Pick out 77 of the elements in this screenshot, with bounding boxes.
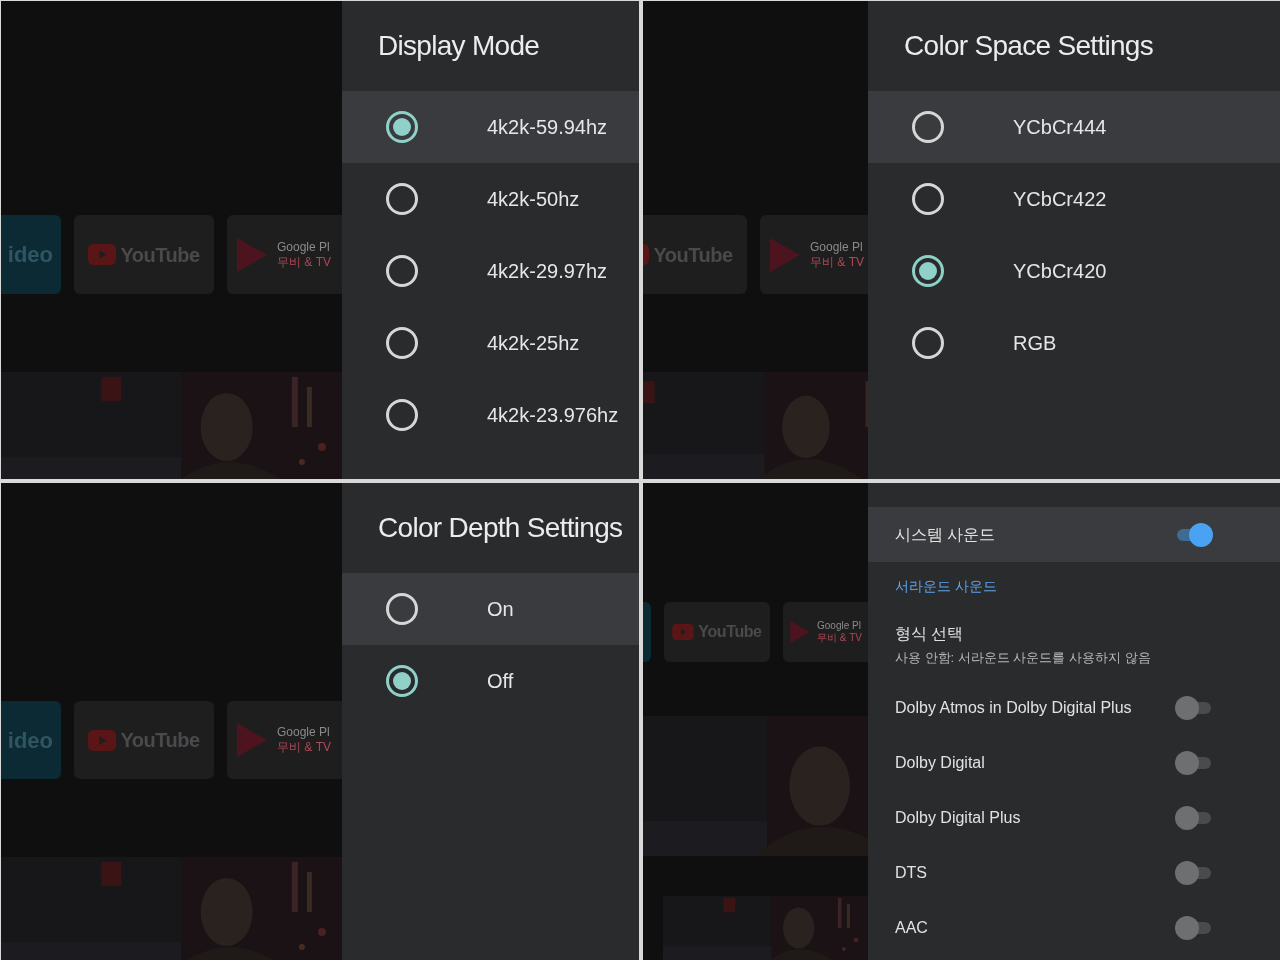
setting-row[interactable]: 시스템 사운드 [868,507,1280,562]
setting-row[interactable]: AAC [868,900,1280,955]
tile-label: Google Pl [817,619,862,632]
option-row[interactable]: YCbCr420 [868,235,1280,307]
option-label: 4k2k-23.976hz [487,403,619,428]
radio-button[interactable] [912,111,944,143]
setting-label: Dolby Digital [895,752,985,773]
panel-title: Display Mode [378,29,540,63]
radio-button[interactable] [386,111,418,143]
tile-label: Google Pl [277,239,331,255]
radio-button[interactable] [386,183,418,215]
tile-sublabel: 무비 & TV [277,740,331,755]
option-label: 4k2k-25hz [487,331,580,356]
toggle-switch[interactable] [1175,522,1213,547]
tile-label: Google Pl [277,725,331,740]
option-row[interactable]: Off [342,645,639,717]
option-row[interactable]: 4k2k-23.976hz [342,379,639,451]
film-triangle-icon [235,721,269,759]
radio-button[interactable] [912,183,944,215]
setting-row[interactable]: Dolby Digital [868,735,1280,790]
radio-button[interactable] [386,399,418,431]
panel-title: Color Depth Settings [378,511,623,545]
option-row[interactable]: On [342,573,639,645]
app-tile[interactable]: Google Pl 무비 & TV [227,701,342,779]
option-row[interactable]: RGB [868,307,1280,379]
toggle-switch[interactable] [1175,750,1213,775]
app-tile[interactable]: Google Pl 무비 & TV [783,602,868,662]
setting-summary: 사용 안함: 서라운드 사운드를 사용하지 않음 [895,649,1152,668]
tile-sublabel: 무비 & TV [810,254,864,270]
setting-label: Dolby Digital Plus [895,807,1021,828]
option-label: 4k2k-29.97hz [487,259,608,284]
film-triangle-icon [768,235,802,274]
option-row[interactable]: YCbCr422 [868,163,1280,235]
film-triangle-icon [235,235,269,274]
setting-row[interactable]: DTS [868,845,1280,900]
option-label: 4k2k-59.94hz [487,115,608,140]
toggle-switch[interactable] [1175,695,1213,720]
radio-button[interactable] [386,327,418,359]
setting-label: Dolby Atmos in Dolby Digital Plus [895,697,1132,718]
toggle-switch[interactable] [1175,860,1213,885]
radio-button[interactable] [912,255,944,287]
option-label: YCbCr444 [1013,115,1107,140]
radio-button[interactable] [386,255,418,287]
setting-label: 시스템 사운드 [895,524,996,545]
tile-sublabel: 무비 & TV [817,632,862,645]
radio-button[interactable] [912,327,944,359]
section-header: 서라운드 사운드 [894,576,998,596]
panel-title: Color Space Settings [904,29,1154,63]
setting-label: AAC [895,917,928,938]
radio-button[interactable] [386,593,418,625]
setting-label: 형식 선택 [895,624,965,645]
play-logo-icon [88,244,117,265]
option-label: On [487,597,514,622]
tile-sublabel: 무비 & TV [277,254,331,270]
option-label: Off [487,669,514,694]
option-row[interactable]: 4k2k-29.97hz [342,235,639,307]
setting-row[interactable]: Dolby Atmos in Dolby Digital Plus [868,680,1280,735]
option-label: YCbCr422 [1013,187,1107,212]
option-row[interactable]: YCbCr444 [868,91,1280,163]
radio-button[interactable] [386,665,418,697]
toggle-switch[interactable] [1175,915,1213,940]
option-label: RGB [1013,331,1057,356]
play-logo-icon [88,729,117,751]
option-row[interactable]: 4k2k-25hz [342,307,639,379]
tile-label: Google Pl [810,239,864,255]
option-label: YCbCr420 [1013,259,1107,284]
play-logo-icon [672,624,695,640]
option-row[interactable]: 4k2k-59.94hz [342,91,639,163]
film-triangle-icon [789,619,811,645]
setting-row[interactable]: 형식 선택 사용 안함: 서라운드 사운드를 사용하지 않음 [868,610,1280,680]
option-row[interactable]: 4k2k-50hz [342,163,639,235]
app-tile[interactable]: Google Pl 무비 & TV [227,215,342,294]
option-label: 4k2k-50hz [487,187,580,212]
app-tile[interactable]: Google Pl 무비 & TV [760,215,868,294]
toggle-switch[interactable] [1175,805,1213,830]
setting-label: DTS [895,862,927,883]
setting-row[interactable]: Dolby Digital Plus [868,790,1280,845]
